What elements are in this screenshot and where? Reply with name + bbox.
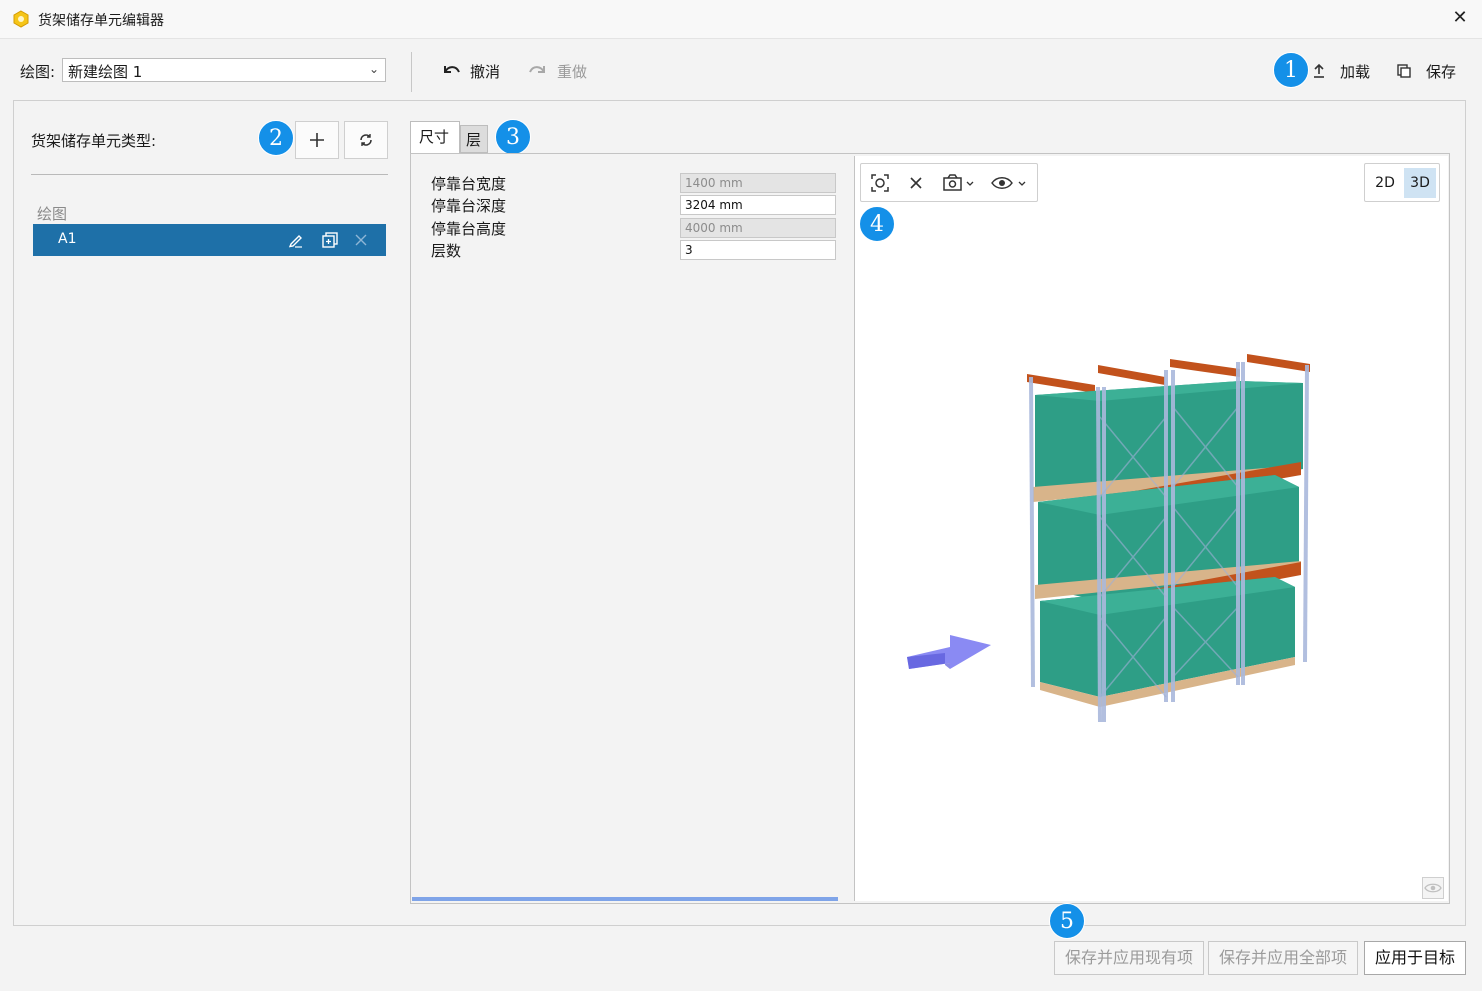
chevron-down-icon: ⌄ xyxy=(368,62,379,76)
edit-icon[interactable] xyxy=(287,231,305,249)
eye-corner-icon[interactable] xyxy=(1422,877,1444,899)
prop-label-dock-width: 停靠台宽度 xyxy=(431,175,507,193)
eye-icon xyxy=(1424,883,1442,893)
dock-height-field: 4000 mm xyxy=(680,218,836,238)
section-divider xyxy=(31,174,388,175)
callout-badge-5: 5 xyxy=(1049,903,1085,939)
callout-badge-2: 2 xyxy=(258,120,294,156)
direction-arrow-icon xyxy=(907,635,991,669)
delete-icon[interactable] xyxy=(352,231,370,249)
callout-badge-1: 1 xyxy=(1273,52,1309,88)
group-label: 绘图 xyxy=(37,205,68,223)
duplicate-icon[interactable] xyxy=(321,231,339,249)
close-icon[interactable]: ✕ xyxy=(1450,8,1470,28)
toolbar-divider xyxy=(411,52,412,92)
save-copy-icon xyxy=(1397,64,1411,78)
save-label: 保存 xyxy=(1426,62,1457,81)
prop-label-dock-height: 停靠台高度 xyxy=(431,220,507,238)
app-hexagon-icon xyxy=(13,10,29,28)
save-button[interactable]: 保存 xyxy=(1396,58,1456,84)
add-type-button[interactable] xyxy=(295,121,339,159)
redo-label: 重做 xyxy=(557,62,588,81)
dock-width-field: 1400 mm xyxy=(680,173,836,193)
refresh-button[interactable] xyxy=(344,121,388,159)
prop-label-levels: 层数 xyxy=(431,242,462,260)
drawing-select[interactable]: 新建绘图 1 ⌄ xyxy=(62,58,386,82)
refresh-icon xyxy=(360,134,372,146)
rack-3d-model xyxy=(907,354,1310,723)
save-apply-existing-button[interactable]: 保存并应用现有项 xyxy=(1054,941,1204,975)
tab-dimensions[interactable]: 尺寸 xyxy=(410,121,460,153)
undo-label: 撤消 xyxy=(470,62,501,81)
redo-icon xyxy=(529,66,545,73)
apply-to-target-button[interactable]: 应用于目标 xyxy=(1364,941,1466,975)
load-button[interactable]: 加载 xyxy=(1312,58,1370,84)
undo-icon xyxy=(444,66,460,73)
levels-field[interactable]: 3 xyxy=(680,240,836,260)
save-apply-all-button[interactable]: 保存并应用全部项 xyxy=(1208,941,1358,975)
drawing-label: 绘图: xyxy=(20,63,56,81)
horizontal-scrollbar[interactable] xyxy=(412,897,838,901)
drawing-select-value: 新建绘图 1 xyxy=(68,63,143,81)
prop-label-dock-depth: 停靠台深度 xyxy=(431,197,507,215)
tab-levels[interactable]: 层 xyxy=(460,125,488,153)
list-item[interactable]: A1 xyxy=(33,224,386,256)
redo-button[interactable]: 重做 xyxy=(527,58,587,84)
list-item-label: A1 xyxy=(58,231,77,247)
callout-badge-3: 3 xyxy=(495,119,531,155)
load-label: 加载 xyxy=(1340,62,1371,81)
section-title: 货架储存单元类型: xyxy=(31,132,157,150)
title-bar xyxy=(0,0,1482,39)
upload-icon xyxy=(1314,63,1324,78)
plus-icon xyxy=(310,133,324,147)
undo-button[interactable]: 撤消 xyxy=(440,58,500,84)
window-title: 货架储存单元编辑器 xyxy=(38,13,164,29)
dock-depth-field[interactable]: 3204 mm xyxy=(680,195,836,215)
